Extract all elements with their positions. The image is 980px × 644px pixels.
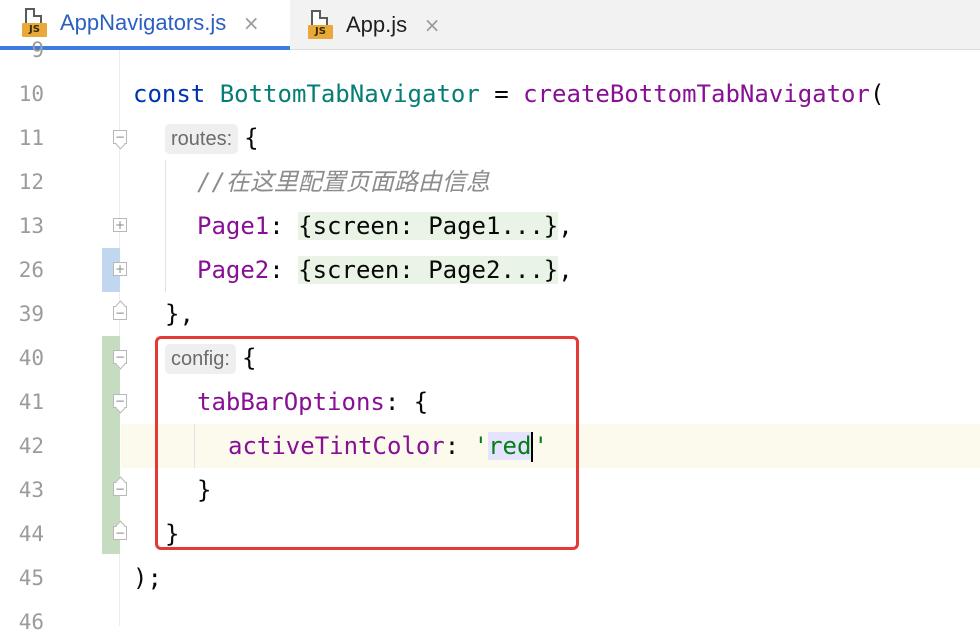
code-line-11: routes:{ xyxy=(165,116,259,160)
close-icon[interactable]: × xyxy=(421,14,443,36)
tab-label: App.js xyxy=(346,12,408,37)
editor-tab-bar: JS AppNavigators.js × JS App.js × xyxy=(0,0,980,50)
line-number: 9 xyxy=(31,38,44,62)
close-icon[interactable]: × xyxy=(240,12,262,34)
tab-app-js[interactable]: JS App.js × xyxy=(290,0,460,50)
line-number: 42 xyxy=(18,434,44,458)
line-number: 45 xyxy=(18,566,44,590)
code-line-12: //在这里配置页面路由信息 xyxy=(197,168,490,196)
parameter-hint: routes: xyxy=(165,124,239,154)
annotation-highlight-box xyxy=(155,336,579,550)
line-number: 10 xyxy=(18,82,44,106)
line-number: 44 xyxy=(18,522,44,546)
folded-region[interactable]: {screen: Page2...} xyxy=(298,256,559,284)
line-number: 43 xyxy=(18,478,44,502)
indent-guide xyxy=(165,160,166,292)
folded-region[interactable]: {screen: Page1...} xyxy=(298,212,559,240)
line-number: 46 xyxy=(18,610,44,634)
editor-gutter: 9 10 11 12 13 26 39 40 41 42 43 44 45 46 xyxy=(0,38,120,634)
line-number: 11 xyxy=(18,126,44,150)
line-number: 13 xyxy=(18,214,44,238)
code-line-45: ); xyxy=(133,564,162,592)
js-file-icon: JS xyxy=(308,10,338,40)
line-number: 26 xyxy=(18,258,44,282)
code-line-39: }, xyxy=(165,300,194,328)
line-number: 12 xyxy=(18,170,44,194)
line-number: 41 xyxy=(18,390,44,414)
line-number: 40 xyxy=(18,346,44,370)
line-number: 39 xyxy=(18,302,44,326)
code-line-13: Page1: {screen: Page1...}, xyxy=(197,212,573,240)
code-line-10: const BottomTabNavigator = createBottomT… xyxy=(133,80,885,108)
code-line-26: Page2: {screen: Page2...}, xyxy=(197,256,573,284)
